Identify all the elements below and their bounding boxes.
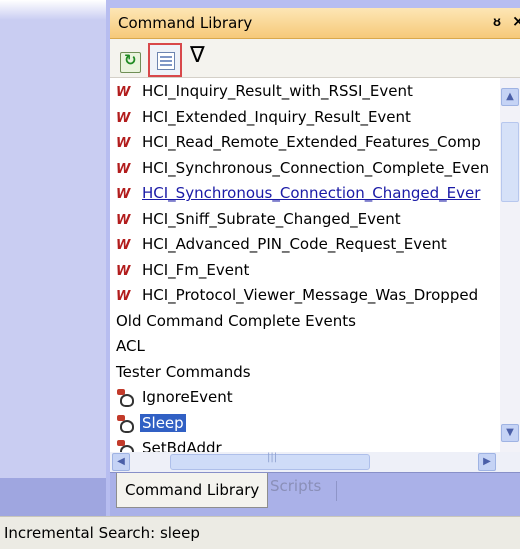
tree-item-label: HCI_Fm_Event xyxy=(142,261,250,279)
command-icon xyxy=(116,388,136,408)
event-icon: W xyxy=(116,213,130,228)
scrollbar-corner xyxy=(500,452,520,472)
panel-tab-strip: Command Library Scripts xyxy=(110,472,520,517)
tree-item[interactable]: W HCI_Advanced_PIN_Code_Request_Event xyxy=(110,233,500,258)
left-pane-background xyxy=(0,0,106,516)
command-icon xyxy=(116,414,136,434)
pin-icon[interactable]: ᴕ xyxy=(493,13,501,30)
status-text: Incremental Search: sleep xyxy=(4,524,200,542)
tree-item[interactable]: W HCI_Synchronous_Connection_Changed_Ever xyxy=(110,182,500,207)
tree-item-label: Tester Commands xyxy=(116,363,251,381)
event-icon: W xyxy=(116,187,130,202)
event-icon: W xyxy=(116,111,130,126)
tab-command-library[interactable]: Command Library xyxy=(116,473,268,508)
event-icon: W xyxy=(116,264,130,279)
command-library-tree[interactable]: W HCI_Inquiry_Result_with_RSSI_Event W HCI_… xyxy=(110,78,500,452)
tree-item[interactable]: W HCI_Inquiry_Result_with_RSSI_Event xyxy=(110,80,500,105)
tree-item[interactable]: W HCI_Extended_Inquiry_Result_Event xyxy=(110,106,500,131)
tree-item-label: HCI_Protocol_Viewer_Message_Was_Dropped xyxy=(142,286,479,304)
tree-item[interactable]: W HCI_Read_Remote_Extended_Features_Comp xyxy=(110,131,500,156)
tab-command-library-label: Command Library xyxy=(125,481,260,499)
document-view-icon[interactable] xyxy=(148,43,182,77)
tree-category[interactable]: Old Command Complete Events xyxy=(110,310,500,335)
event-icon: W xyxy=(116,162,130,177)
toolbar: ↻ ∇ xyxy=(110,39,520,78)
event-icon: W xyxy=(116,85,130,100)
scroll-left-button[interactable]: ◀ xyxy=(112,453,130,471)
event-icon: W xyxy=(116,136,130,151)
tree-item[interactable]: IgnoreEvent xyxy=(110,386,500,411)
tree-item[interactable]: W HCI_Sniff_Subrate_Changed_Event xyxy=(110,208,500,233)
tree-item-label: HCI_Read_Remote_Extended_Features_Comp xyxy=(142,133,481,151)
tab-scripts[interactable]: Scripts xyxy=(270,477,321,495)
tree-item[interactable]: W HCI_Synchronous_Connection_Complete_Eve… xyxy=(110,157,500,182)
tree-item-label: HCI_Sniff_Subrate_Changed_Event xyxy=(142,210,401,228)
horizontal-scrollbar[interactable]: ◀ ||| ▶ xyxy=(110,452,500,472)
tree-item[interactable]: W HCI_Protocol_Viewer_Message_Was_Dropped xyxy=(110,284,500,309)
panel-title: Command Library xyxy=(118,14,253,32)
tree-item-label: Sleep xyxy=(140,414,186,432)
event-icon: W xyxy=(116,238,130,253)
refresh-icon[interactable]: ↻ xyxy=(120,51,141,73)
scroll-right-button[interactable]: ▶ xyxy=(478,453,496,471)
left-pane-fade xyxy=(0,0,106,20)
tree-category[interactable]: Tester Commands xyxy=(110,361,500,386)
horizontal-scroll-thumb[interactable]: ||| xyxy=(170,452,370,470)
left-pane-lower-band xyxy=(0,478,106,516)
tree-category[interactable]: ACL xyxy=(110,335,500,360)
tree-item-label: HCI_Extended_Inquiry_Result_Event xyxy=(142,108,411,126)
panel-title-bar[interactable]: Command Library ᴕ × xyxy=(110,8,520,39)
filter-icon[interactable]: ∇ xyxy=(190,45,205,67)
vertical-scroll-thumb[interactable] xyxy=(501,122,519,202)
tree-item[interactable]: SetBdAddr xyxy=(110,437,500,452)
scroll-up-button[interactable]: ▲ xyxy=(501,88,519,106)
command-icon xyxy=(116,439,136,452)
event-icon: W xyxy=(116,289,130,304)
tree-item[interactable]: Sleep xyxy=(110,412,500,437)
tree-item-label: HCI_Advanced_PIN_Code_Request_Event xyxy=(142,235,447,253)
tree-item-label: IgnoreEvent xyxy=(142,388,233,406)
tree-item-label: HCI_Synchronous_Connection_Changed_Ever xyxy=(142,184,481,202)
tab-separator xyxy=(336,481,337,501)
scroll-down-button[interactable]: ▼ xyxy=(501,424,519,442)
tree-item-label: SetBdAddr xyxy=(142,439,222,452)
tree-item-label: ACL xyxy=(116,337,145,355)
tree-item-label: HCI_Synchronous_Connection_Complete_Even xyxy=(142,159,490,177)
tree-item-label: Old Command Complete Events xyxy=(116,312,356,330)
status-bar: Incremental Search: sleep xyxy=(0,516,520,549)
close-icon[interactable]: × xyxy=(512,12,520,30)
tree-item[interactable]: W HCI_Fm_Event xyxy=(110,259,500,284)
tree-item-label: HCI_Inquiry_Result_with_RSSI_Event xyxy=(142,82,413,100)
vertical-scrollbar[interactable]: ▲ ▼ xyxy=(500,78,520,452)
